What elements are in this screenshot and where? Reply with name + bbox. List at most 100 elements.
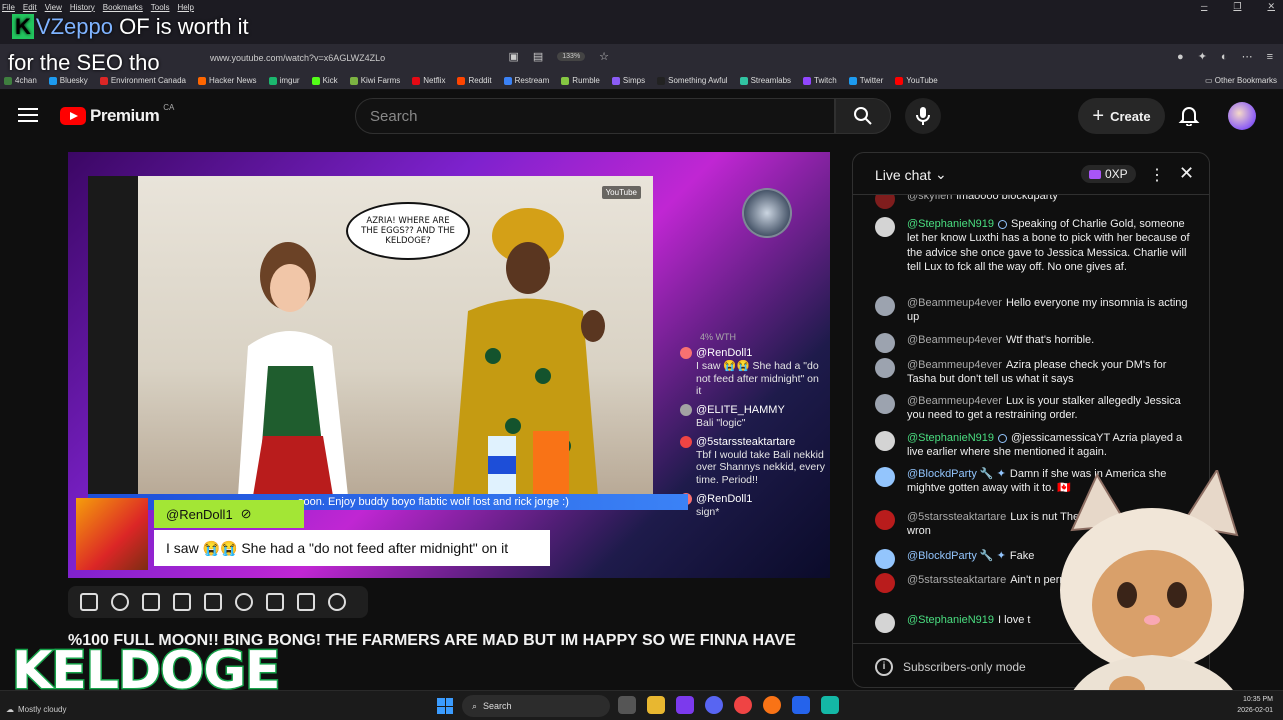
bookmark-item[interactable]: Kick [311, 76, 338, 85]
chat-message[interactable]: @StephanieN919 Speaking of Charlie Gold, … [875, 217, 1195, 274]
chat-message[interactable]: @skyfleñ lmaoooo blockdparty [875, 195, 1195, 209]
close-window-icon[interactable]: ✕ [1267, 1, 1275, 12]
account-icon[interactable]: ◐ [1221, 51, 1228, 63]
chat-username[interactable]: @5starssteaktartare [907, 511, 1006, 523]
more-options-icon[interactable]: ⋮ [1149, 165, 1165, 185]
app-icon[interactable] [792, 696, 810, 714]
firefox-icon[interactable] [763, 696, 781, 714]
clapper-icon[interactable] [173, 593, 191, 611]
chat-avatar[interactable] [875, 296, 895, 316]
bookmark-item[interactable]: Reddit [457, 76, 492, 85]
puzzle-icon[interactable]: ✦ [1198, 50, 1207, 63]
extension-icon[interactable]: ● [1177, 51, 1184, 63]
voice-search-button[interactable] [905, 98, 941, 134]
bookmark-item[interactable]: Netflix [412, 76, 445, 85]
streamlabs-icon[interactable] [821, 696, 839, 714]
bookmark-item[interactable]: Simps [611, 76, 645, 85]
copilot-icon[interactable] [676, 696, 694, 714]
system-clock[interactable]: 10:35 PM 2026-02-01 [1237, 695, 1273, 716]
minimize-icon[interactable]: ─ [1201, 1, 1207, 12]
chat-avatar[interactable] [875, 195, 895, 209]
bookmark-item[interactable]: 4chan [4, 76, 37, 85]
video-player[interactable]: AZRIA! WHERE ARE THE EGGS?? AND THE KELD… [68, 152, 830, 578]
extensions-more-icon[interactable]: ⋯ [1242, 50, 1253, 63]
bookmark-item[interactable]: Something Awful [657, 76, 728, 85]
chat-avatar[interactable] [875, 549, 895, 569]
reader-icon[interactable]: ▣ [508, 50, 518, 63]
create-button[interactable]: + Create [1078, 98, 1165, 134]
file-explorer-icon[interactable] [647, 696, 665, 714]
bookmark-item[interactable]: Kiwi Farms [349, 76, 400, 85]
chat-avatar[interactable] [875, 510, 895, 530]
chat-message[interactable]: @Beammeup4ever Azira please check your DM… [875, 358, 1195, 387]
chat-message[interactable]: @Beammeup4ever Lux is your stalker allege… [875, 394, 1195, 423]
bookmark-item[interactable]: imgur [268, 76, 300, 85]
other-bookmarks[interactable]: ▭ Other Bookmarks [1205, 76, 1277, 85]
discord-icon[interactable] [705, 696, 723, 714]
obs-icon[interactable] [734, 696, 752, 714]
taskbar-search[interactable]: ⌕ Search [462, 695, 610, 717]
menu-history[interactable]: History [70, 3, 95, 12]
close-chat-icon[interactable]: ✕ [1179, 163, 1194, 184]
url-bar[interactable]: www.youtube.com/watch?v=x6AGLWZ4ZLo [210, 53, 385, 63]
live-chat-title[interactable]: Live chat ⌄ [875, 166, 947, 183]
miniplayer-icon[interactable] [204, 593, 222, 611]
captions-icon[interactable] [142, 593, 160, 611]
task-view-icon[interactable] [618, 696, 636, 714]
info-icon[interactable]: i [875, 657, 893, 676]
loop-icon[interactable] [80, 593, 98, 611]
settings-gear-icon[interactable] [328, 593, 346, 611]
chat-username[interactable]: @StephanieN919 [907, 432, 994, 444]
chat-username[interactable]: @BlockdParty 🔧 ✦ [907, 468, 1006, 480]
menu-edit[interactable]: Edit [23, 3, 37, 12]
chat-avatar[interactable] [875, 431, 895, 451]
add-frame-icon[interactable] [266, 593, 284, 611]
bookmark-item[interactable]: Restream [503, 76, 549, 85]
bookmark-item[interactable]: Streamlabs [739, 76, 791, 85]
chat-username[interactable]: @Beammeup4ever [907, 395, 1002, 407]
chat-avatar[interactable] [875, 573, 895, 593]
star-icon[interactable]: ☆ [599, 50, 609, 63]
menu-help[interactable]: Help [177, 3, 193, 12]
bookmark-item[interactable]: Rumble [561, 76, 600, 85]
hamburger-menu-icon[interactable] [18, 108, 38, 122]
menu-icon[interactable]: ≡ [1267, 51, 1273, 63]
search-input[interactable]: Search [355, 98, 835, 134]
bookmark-item[interactable]: Bluesky [48, 76, 88, 85]
menu-file[interactable]: File [2, 3, 15, 12]
menu-view[interactable]: View [45, 3, 62, 12]
bookmark-item[interactable]: Hacker News [197, 76, 257, 85]
chat-username[interactable]: @Beammeup4ever [907, 359, 1002, 371]
weather-widget[interactable]: ☁ Mostly cloudy [6, 705, 66, 714]
chat-avatar[interactable] [875, 333, 895, 353]
chat-username[interactable]: @BlockdParty 🔧 ✦ [907, 550, 1006, 562]
speed-icon[interactable] [235, 593, 253, 611]
windows-start-icon[interactable] [437, 698, 453, 714]
chat-avatar[interactable] [875, 394, 895, 414]
chat-avatar[interactable] [875, 613, 895, 633]
chat-username[interactable]: @skyfleñ [907, 195, 952, 202]
zoom-indicator[interactable]: 133% [557, 52, 586, 61]
search-button[interactable] [835, 98, 891, 134]
menu-bookmarks[interactable]: Bookmarks [103, 3, 143, 12]
youtube-logo[interactable]: Premium CA [60, 103, 174, 126]
chat-username[interactable]: @Beammeup4ever [907, 334, 1002, 346]
bookmark-item[interactable]: Twitch [803, 76, 837, 85]
chat-avatar[interactable] [875, 217, 895, 237]
bookmark-item[interactable]: Environment Canada [99, 76, 186, 85]
chat-avatar[interactable] [875, 358, 895, 378]
screenshot-icon[interactable] [297, 593, 315, 611]
chat-username[interactable]: @StephanieN919 [907, 614, 994, 626]
chat-message[interactable]: @Beammeup4ever Wtf that's horrible. [875, 333, 1195, 353]
live-icon[interactable] [111, 593, 129, 611]
menu-tools[interactable]: Tools [151, 3, 170, 12]
chat-message[interactable]: @StephanieN919 @jessicamessicaYT Azria pl… [875, 431, 1195, 460]
bookmark-item[interactable]: YouTube [895, 76, 938, 85]
maximize-icon[interactable]: ❐ [1233, 1, 1241, 12]
chat-message[interactable]: @Beammeup4ever Hello everyone my insomnia… [875, 296, 1195, 325]
notifications-button[interactable] [1178, 104, 1200, 131]
user-avatar[interactable] [1228, 102, 1256, 130]
pip-icon[interactable]: ▤ [533, 50, 543, 63]
xp-badge[interactable]: 0XP [1081, 165, 1136, 183]
chat-avatar[interactable] [875, 467, 895, 487]
